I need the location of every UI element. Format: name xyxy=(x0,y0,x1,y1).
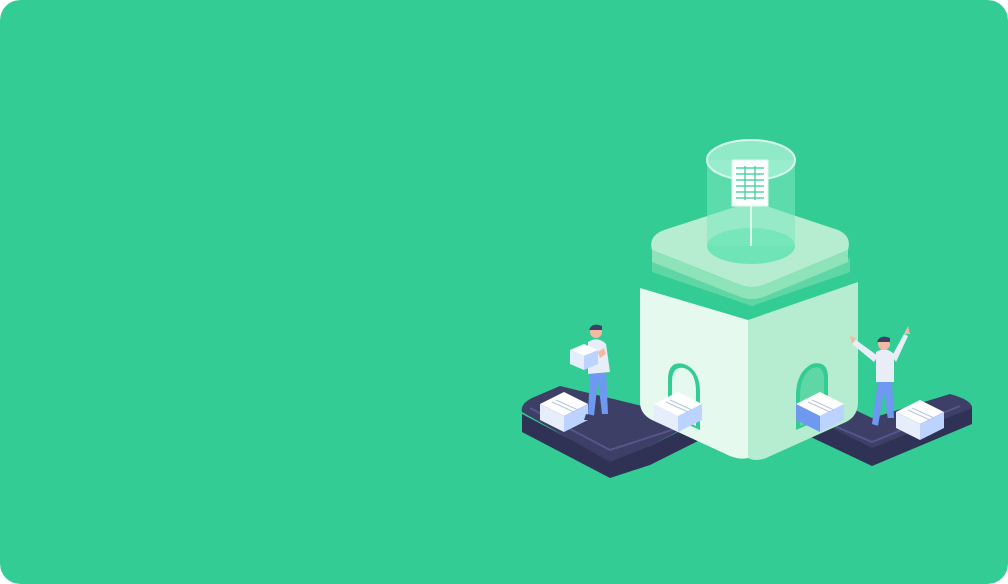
document-icon xyxy=(731,159,769,207)
banner-card xyxy=(0,0,1008,584)
illustration xyxy=(0,0,1008,584)
